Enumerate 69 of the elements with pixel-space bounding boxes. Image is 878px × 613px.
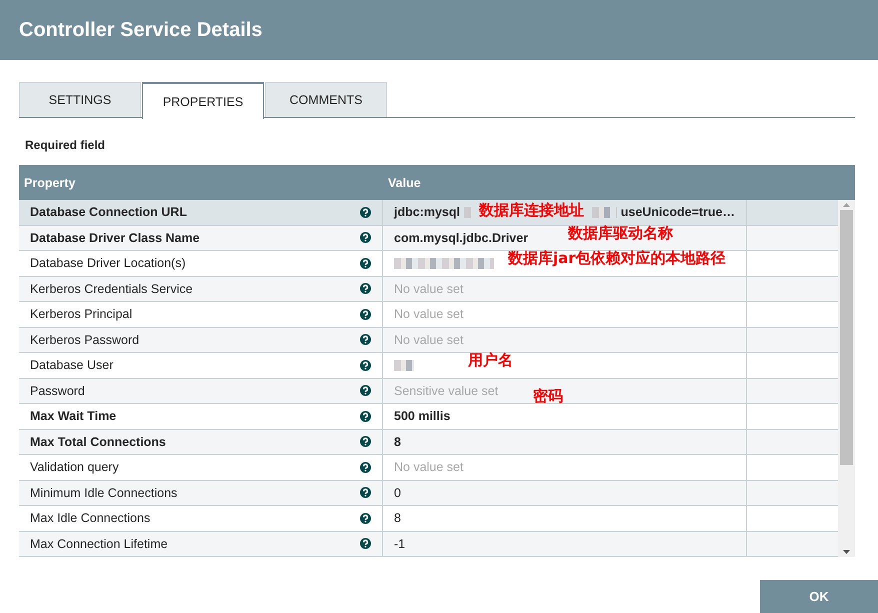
property-value: 500 millis <box>394 409 450 424</box>
tab[interactable]: SETTINGS <box>19 82 141 117</box>
table-row[interactable]: Max Connection Lifetime -1 <box>19 532 838 557</box>
table-row[interactable]: Database User 用户名 <box>19 353 838 378</box>
property-value: useUnicode=true… <box>620 205 735 220</box>
annotation-text: 数据库驱动名称 <box>568 224 673 242</box>
property-name: Max Total Connections <box>30 434 167 449</box>
help-icon[interactable] <box>360 385 371 396</box>
annotation-text: 密码 <box>533 386 563 406</box>
help-icon[interactable] <box>360 487 371 498</box>
table-row[interactable]: Minimum Idle Connections 0 <box>19 480 838 506</box>
column-header: Property <box>23 176 76 190</box>
help-icon[interactable] <box>360 462 371 473</box>
table-row[interactable]: Max Total Connections 8 <box>19 430 838 455</box>
property-name: Validation query <box>30 460 120 474</box>
property-name: Max Connection Lifetime <box>30 536 169 551</box>
property-name: Database User <box>30 358 114 372</box>
property-name: Kerberos Password <box>30 332 140 347</box>
property-name: Database Connection URL <box>30 205 188 220</box>
scrollbar[interactable] <box>838 200 855 557</box>
annotation-text: 数据库连接地址 <box>478 200 584 220</box>
table-row[interactable]: Database Driver Class Name com.mysql.jdbc.Driver 数据库驱动名称 <box>19 226 838 251</box>
help-icon[interactable] <box>360 206 371 218</box>
property-name: Kerberos Principal <box>30 307 134 322</box>
property-value: 0 <box>394 486 401 500</box>
help-icon[interactable] <box>360 308 371 320</box>
help-icon[interactable] <box>360 334 371 346</box>
blurred-text <box>592 206 617 218</box>
table-row[interactable]: Validation query No value set <box>19 455 838 480</box>
property-value: No value set <box>394 307 464 322</box>
annotation-text: 用户名 <box>468 351 513 370</box>
help-icon[interactable] <box>360 436 371 448</box>
tab[interactable]: COMMENTS <box>265 82 387 117</box>
property-value: No value set <box>394 282 464 296</box>
help-icon[interactable] <box>360 283 371 294</box>
property-value: Sensitive value set <box>394 384 498 398</box>
property-name: Password <box>30 384 86 398</box>
table-row[interactable]: Max Idle Connections 8 <box>19 506 838 532</box>
table-row[interactable]: Kerberos Credentials Service No value set <box>19 276 838 302</box>
required-note: Required field <box>25 138 106 152</box>
help-icon[interactable] <box>360 538 371 550</box>
table-row[interactable]: Kerberos Principal No value set <box>19 302 838 328</box>
property-name: Kerberos Credentials Service <box>30 282 194 296</box>
window-title: Controller Service Details <box>19 18 262 42</box>
property-name: Minimum Idle Connections <box>30 486 178 500</box>
property-name: Max Wait Time <box>30 409 118 424</box>
table-row[interactable]: Database Connection URL jdbc:mysql 数据库连接地址 useUnicode=true… <box>19 200 838 226</box>
property-name: Database Driver Class Name <box>30 230 201 245</box>
property-value: jdbc:mysql <box>394 205 460 220</box>
help-icon[interactable] <box>360 232 371 244</box>
help-icon[interactable] <box>360 258 371 269</box>
property-value: com.mysql.jdbc.Driver <box>394 230 528 245</box>
property-value: No value set <box>394 460 464 474</box>
help-icon[interactable] <box>360 360 371 371</box>
tab[interactable]: PROPERTIES <box>142 82 264 119</box>
help-icon[interactable] <box>360 410 371 422</box>
table-row[interactable]: Kerberos Password No value set <box>19 328 838 353</box>
column-header: Value <box>387 176 422 190</box>
table-row[interactable]: Password Sensitive value set 密码 <box>19 378 838 404</box>
property-name: Max Idle Connections <box>30 511 152 526</box>
property-value: 8 <box>394 511 401 526</box>
annotation-text: 数据库jar包依赖对应的本地路径 <box>508 249 726 268</box>
help-icon[interactable] <box>360 512 371 524</box>
property-value: 8 <box>394 434 401 449</box>
table-row[interactable]: Database Driver Location(s) 数据库jar包依赖对应的本地路径 <box>19 251 838 276</box>
property-name: Database Driver Location(s) <box>30 256 187 270</box>
table-row[interactable]: Max Wait Time 500 millis <box>19 404 838 430</box>
property-value: No value set <box>394 332 464 347</box>
property-value: -1 <box>394 536 406 551</box>
